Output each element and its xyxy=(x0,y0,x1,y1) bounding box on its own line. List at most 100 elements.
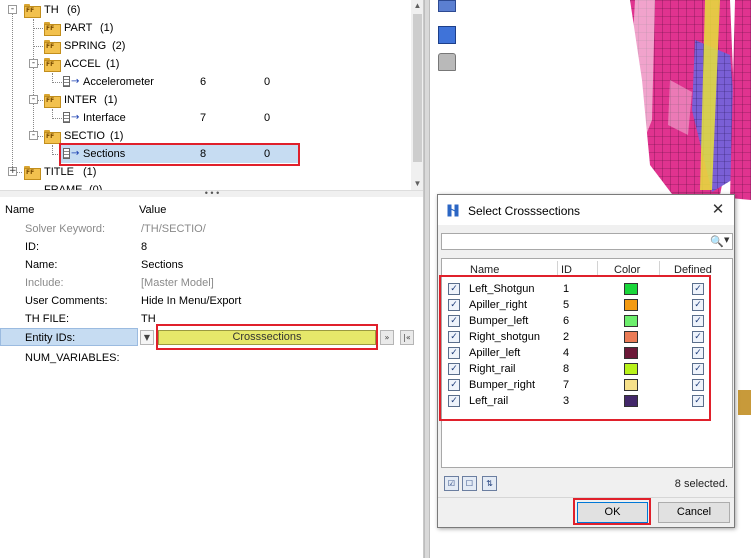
row-color-swatch[interactable] xyxy=(624,299,638,311)
entity-ids-field[interactable]: Crosssections xyxy=(158,330,376,345)
row-checkbox[interactable]: ✓ xyxy=(448,363,460,375)
tree-node-th[interactable]: - FF TH (6) xyxy=(0,1,400,19)
row-checkbox[interactable]: ✓ xyxy=(448,347,460,359)
tree-node-label: Accelerometer xyxy=(83,76,154,88)
prop-value[interactable]: TH xyxy=(141,310,156,328)
list-item[interactable]: ✓ Left_Shotgun 1 ✓ xyxy=(442,281,732,297)
row-color-swatch[interactable] xyxy=(624,283,638,295)
prop-row-user-comments[interactable]: User Comments: Hide In Menu/Export xyxy=(0,292,424,310)
list-item[interactable]: ✓ Left_rail 3 ✓ xyxy=(442,393,732,409)
prop-name: NUM_VARIABLES: xyxy=(25,352,120,364)
tree-node-id: 7 xyxy=(200,112,207,124)
list-item[interactable]: ✓ Bumper_left 6 ✓ xyxy=(442,313,732,329)
tree-node-inter[interactable]: - FF INTER (1) xyxy=(0,91,400,109)
row-defined-checkbox[interactable]: ✓ xyxy=(692,395,704,407)
row-color-swatch[interactable] xyxy=(624,347,638,359)
list-item[interactable]: ✓ Bumper_right 7 ✓ xyxy=(442,377,732,393)
column-header-id[interactable]: ID xyxy=(561,264,572,276)
tree-node-id: 8 xyxy=(200,148,207,160)
row-checkbox[interactable]: ✓ xyxy=(448,395,460,407)
prop-row-id[interactable]: ID: 8 xyxy=(0,238,424,256)
prop-row-name[interactable]: Name: Sections xyxy=(0,256,424,274)
expand-toggle[interactable]: + xyxy=(8,167,17,176)
list-item[interactable]: ✓ Apiller_left 4 ✓ xyxy=(442,345,732,361)
tree-node-label: INTER xyxy=(64,94,97,106)
tree-node-part[interactable]: FF PART (1) xyxy=(0,19,400,37)
prop-row-solver-keyword[interactable]: Solver Keyword: /TH/SECTIO/ xyxy=(0,220,424,238)
tree-node-accelerometer[interactable]: → Accelerometer 6 0 xyxy=(0,73,400,91)
row-id: 2 xyxy=(563,331,570,343)
row-defined-checkbox[interactable]: ✓ xyxy=(692,379,704,391)
folder-icon: FF xyxy=(24,166,41,180)
row-defined-checkbox[interactable]: ✓ xyxy=(692,347,704,359)
list-item[interactable]: ✓ Right_shotgun 2 ✓ xyxy=(442,329,732,345)
prop-row-include[interactable]: Include: [Master Model] xyxy=(0,274,424,292)
tree-node-sections[interactable]: → Sections 8 0 xyxy=(60,145,298,163)
prop-value[interactable]: 8 xyxy=(141,238,147,256)
reset-icon[interactable]: |« xyxy=(400,330,414,345)
row-color-swatch[interactable] xyxy=(624,331,638,343)
row-defined-checkbox[interactable]: ✓ xyxy=(692,315,704,327)
scroll-thumb[interactable] xyxy=(413,14,422,162)
tree-node-count: (0) xyxy=(89,184,103,190)
row-checkbox[interactable]: ✓ xyxy=(448,379,460,391)
column-header-defined[interactable]: Defined xyxy=(674,264,712,276)
prop-row-th-file[interactable]: TH FILE: TH xyxy=(0,310,424,328)
chevron-down-icon[interactable]: ▼ xyxy=(724,236,729,244)
cancel-button[interactable]: Cancel xyxy=(658,502,730,523)
row-color-swatch[interactable] xyxy=(624,315,638,327)
row-checkbox[interactable]: ✓ xyxy=(448,315,460,327)
view-cube-icon[interactable] xyxy=(438,0,456,12)
reverse-selection-icon[interactable]: ⇅ xyxy=(482,476,497,491)
dialog-titlebar[interactable]: Select Crosssections ✕ xyxy=(438,195,734,225)
tree-node-interface[interactable]: → Interface 7 0 xyxy=(0,109,400,127)
tree-node-count: (1) xyxy=(110,130,124,142)
panel-splitter[interactable]: • • • xyxy=(0,189,423,197)
prop-row-entity-ids[interactable]: Entity IDs: ▼ Crosssections » |« xyxy=(0,328,424,348)
row-id: 5 xyxy=(563,299,570,311)
prop-value[interactable]: Hide In Menu/Export xyxy=(141,292,241,310)
tree-node-title[interactable]: + FF TITLE (1) xyxy=(0,163,400,181)
row-color-swatch[interactable] xyxy=(624,395,638,407)
tree-node-count: (1) xyxy=(83,166,97,178)
prop-row-num-variables[interactable]: NUM_VARIABLES: xyxy=(0,349,424,367)
row-checkbox[interactable]: ✓ xyxy=(448,299,460,311)
prop-value[interactable]: Sections xyxy=(141,256,183,274)
row-defined-checkbox[interactable]: ✓ xyxy=(692,299,704,311)
row-defined-checkbox[interactable]: ✓ xyxy=(692,331,704,343)
row-defined-checkbox[interactable]: ✓ xyxy=(692,363,704,375)
crosssection-list: Name ID Color Defined ✓ Left_Shotgun 1 ✓ ✓ Ap… xyxy=(441,258,733,468)
tree-node-count: (1) xyxy=(106,58,120,70)
row-id: 8 xyxy=(563,363,570,375)
scroll-up-icon[interactable]: ▲ xyxy=(411,0,423,12)
fit-view-icon[interactable] xyxy=(438,26,456,44)
forward-icon[interactable]: » xyxy=(380,330,394,345)
tree-node-sectio[interactable]: - FF SECTIO (1) xyxy=(0,127,400,145)
row-color-swatch[interactable] xyxy=(624,363,638,375)
search-input[interactable]: 🔍 ▼ xyxy=(441,233,733,250)
select-all-icon[interactable]: ☑ xyxy=(444,476,459,491)
collapse-toggle[interactable]: - xyxy=(29,59,38,68)
select-none-icon[interactable]: ☐ xyxy=(462,476,477,491)
column-header-name[interactable]: Name xyxy=(470,264,499,276)
ok-button[interactable]: OK xyxy=(577,502,648,523)
collapse-toggle[interactable]: - xyxy=(29,95,38,104)
tree-node-accel[interactable]: - FF ACCEL (1) xyxy=(0,55,400,73)
collapse-toggle[interactable]: - xyxy=(8,5,17,14)
collapse-toggle[interactable]: - xyxy=(29,131,38,140)
row-defined-checkbox[interactable]: ✓ xyxy=(692,283,704,295)
dropdown-icon[interactable]: ▼ xyxy=(140,330,154,345)
tree-node-spring[interactable]: FF SPRING (2) xyxy=(0,37,400,55)
tree-scrollbar[interactable]: ▲ ▼ xyxy=(411,0,423,190)
close-icon[interactable]: ✕ xyxy=(710,201,726,217)
row-checkbox[interactable]: ✓ xyxy=(448,331,460,343)
weight-icon[interactable] xyxy=(438,53,456,71)
list-item[interactable]: ✓ Right_rail 8 ✓ xyxy=(442,361,732,377)
column-header-color[interactable]: Color xyxy=(614,264,640,276)
tree-node-frame[interactable]: FRAME (0) xyxy=(0,181,400,190)
list-item[interactable]: ✓ Apiller_right 5 ✓ xyxy=(442,297,732,313)
scroll-down-icon[interactable]: ▼ xyxy=(411,178,423,190)
row-checkbox[interactable]: ✓ xyxy=(448,283,460,295)
row-color-swatch[interactable] xyxy=(624,379,638,391)
search-icon[interactable]: 🔍 xyxy=(710,235,724,248)
